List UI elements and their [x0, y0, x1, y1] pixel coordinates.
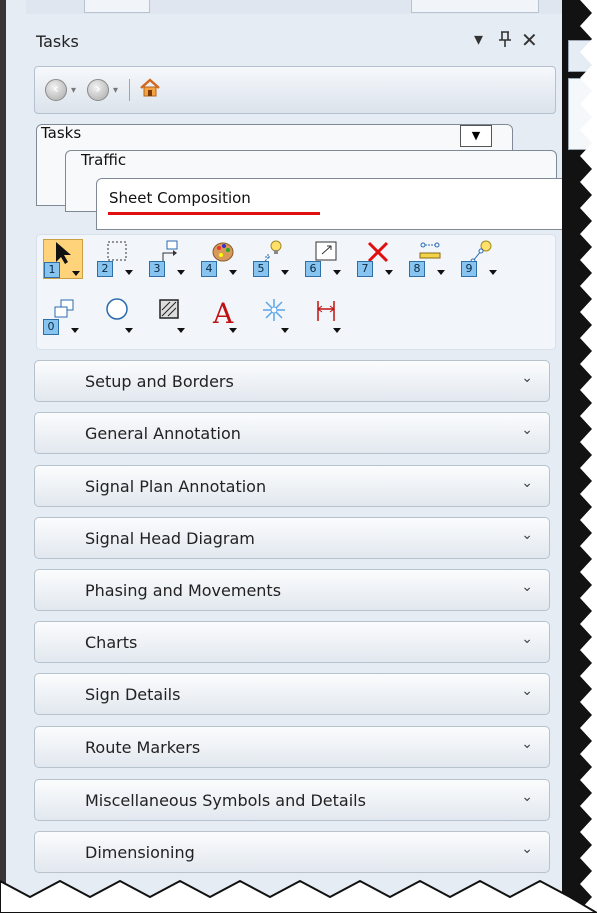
tool-sparkle[interactable] [253, 297, 291, 335]
tool-text[interactable]: A [201, 297, 239, 335]
section-setup-and-borders[interactable]: Setup and Borders ⌄ [34, 360, 550, 402]
chevron-down-icon: ⌄ [521, 527, 533, 543]
tasks-dropdown-button[interactable]: ▼ [460, 125, 492, 147]
tool-highlight[interactable]: 5 [253, 239, 291, 277]
tool-delete[interactable]: 7 [357, 239, 395, 277]
dimension-icon [317, 301, 335, 321]
toolbar-separator [129, 79, 130, 101]
top-fragment-button-1[interactable] [84, 0, 150, 13]
tool-select-region[interactable]: 2 [97, 239, 135, 277]
chevron-down-icon: ⌄ [521, 789, 533, 805]
tab-sheet-composition-label: Sheet Composition [109, 189, 251, 207]
tool-element-attributes[interactable]: 4 [201, 239, 239, 277]
tab-sheet-composition[interactable]: Sheet Composition [96, 178, 562, 230]
section-charts[interactable]: Charts ⌄ [34, 621, 550, 663]
tool-dimension[interactable] [305, 297, 343, 335]
chevron-down-icon: ⌄ [521, 370, 533, 386]
pane-title: Tasks [36, 32, 79, 51]
pin-icon[interactable] [498, 30, 512, 53]
right-window-edge [562, 0, 597, 913]
forward-history-dropdown-icon[interactable]: ▾ [113, 85, 118, 96]
pane-options-dropdown-icon[interactable]: ▾ [474, 30, 483, 50]
tab-traffic-label: Traffic [81, 151, 127, 169]
back-history-dropdown-icon[interactable]: ▾ [71, 85, 76, 96]
active-tab-underline [108, 212, 320, 215]
tool-pattern[interactable] [149, 297, 187, 335]
top-toolbar-fragment [26, 0, 571, 15]
chevron-down-icon: ⌄ [521, 736, 533, 752]
tab-tasks-label: Tasks [41, 124, 82, 142]
section-signal-plan-annotation[interactable]: Signal Plan Annotation ⌄ [34, 465, 550, 507]
tool-measure[interactable]: 8 [409, 239, 447, 277]
chevron-down-icon: ⌄ [521, 631, 533, 647]
navigation-toolbar: ‹ ▾ › ▾ [34, 66, 556, 114]
sparkle-star-icon [263, 299, 285, 321]
tool-snap[interactable]: 9 [461, 239, 499, 277]
text-a-icon: A [213, 297, 234, 330]
home-icon[interactable] [139, 77, 161, 99]
section-route-markers[interactable]: Route Markers ⌄ [34, 726, 550, 768]
back-icon[interactable]: ‹ [45, 79, 67, 101]
torn-edge-decoration [580, 0, 597, 913]
hatch-pattern-icon [159, 299, 179, 319]
left-window-edge [0, 0, 26, 913]
tool-move[interactable]: 3 [149, 239, 187, 277]
chevron-down-icon: ⌄ [521, 475, 533, 491]
tool-select[interactable]: 1 [43, 239, 83, 279]
close-icon[interactable]: ✕ [521, 30, 538, 50]
tool-circle[interactable] [97, 297, 135, 335]
forward-icon[interactable]: › [87, 79, 109, 101]
pane-title-bar: Tasks ▾ ✕ [26, 26, 562, 56]
circle-icon [106, 298, 128, 320]
chevron-down-icon: ▼ [471, 129, 481, 142]
section-general-annotation[interactable]: General Annotation ⌄ [34, 412, 550, 454]
section-miscellaneous-symbols-and-details[interactable]: Miscellaneous Symbols and Details ⌄ [34, 779, 550, 821]
chevron-down-icon: ⌄ [521, 422, 533, 438]
chevron-down-icon: ⌄ [521, 579, 533, 595]
top-fragment-button-2[interactable] [411, 0, 539, 13]
section-sign-details[interactable]: Sign Details ⌄ [34, 673, 550, 715]
tool-grid-panel: 1 2 3 4 5 6 7 8 9 0 A [36, 234, 556, 350]
bottom-torn-edge-decoration [0, 879, 597, 913]
tool-scale[interactable]: 6 [305, 239, 343, 277]
tool-group[interactable]: 0 [43, 297, 81, 335]
chevron-down-icon: ⌄ [521, 683, 533, 699]
section-phasing-and-movements[interactable]: Phasing and Movements ⌄ [34, 569, 550, 611]
section-signal-head-diagram[interactable]: Signal Head Diagram ⌄ [34, 517, 550, 559]
